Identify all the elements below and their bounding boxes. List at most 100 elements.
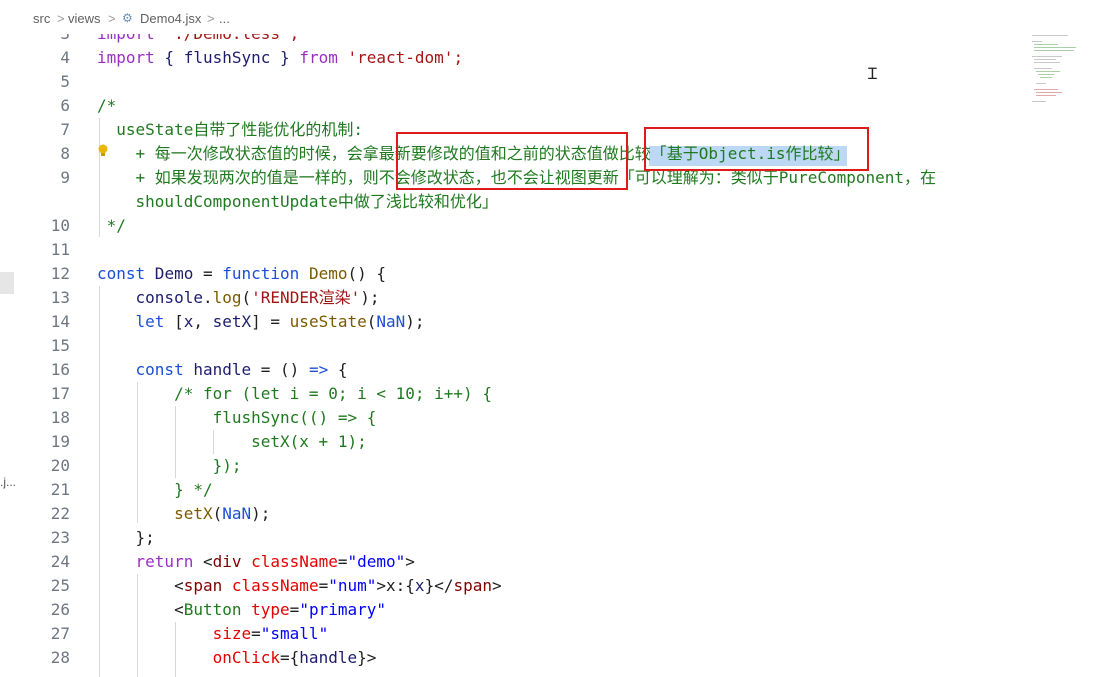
code-token: = <box>318 576 329 595</box>
code-text: useState自带了性能优化的机制: <box>97 118 363 142</box>
code-line[interactable]: shouldComponentUpdate中做了浅比较和优化」 <box>0 190 1020 214</box>
line-number: 27 <box>50 624 70 643</box>
code-token: < <box>193 552 213 571</box>
code-token: () { <box>347 264 387 283</box>
code-line[interactable]: 10 */ <box>0 214 1020 238</box>
code-line[interactable]: 17 /* for (let i = 0; i < 10; i++) { <box>0 382 1020 406</box>
code-token: type <box>251 600 290 619</box>
code-token: < <box>97 576 184 595</box>
code-text: /* <box>97 94 116 118</box>
code-token: shouldComponentUpdate中做了浅比较和优化」 <box>97 192 498 211</box>
code-token: > <box>492 576 502 595</box>
code-token: = <box>251 624 261 643</box>
code-token: [ <box>164 312 184 331</box>
breadcrumb-separator: > <box>207 11 215 26</box>
code-token: setX(x + 1); <box>97 432 367 451</box>
code-text: let [x, setX] = useState(NaN); <box>97 310 425 334</box>
code-token: ); <box>360 288 380 307</box>
minimap[interactable] <box>1028 30 1076 105</box>
code-text: }); <box>97 454 242 478</box>
code-token: "small" <box>260 624 329 643</box>
code-token: } <box>270 48 300 67</box>
code-line[interactable]: 27 size="small" <box>0 622 1020 646</box>
line-number: 7 <box>60 120 70 139</box>
code-token: NaN <box>222 504 252 523</box>
code-text: <span className="num">x:{x}</span> <box>97 574 502 598</box>
code-token: Button <box>183 600 242 619</box>
code-token: x <box>414 576 425 595</box>
breadcrumb-file[interactable]: Demo4.jsx <box>140 11 201 26</box>
line-number: 21 <box>50 480 70 499</box>
code-line[interactable]: 14 let [x, setX] = useState(NaN); <box>0 310 1020 334</box>
code-line[interactable]: 19 setX(x + 1); <box>0 430 1020 454</box>
line-number: 13 <box>50 288 70 307</box>
code-editor[interactable]: 3import './Demo.less';4import { flushSyn… <box>0 0 1106 677</box>
breadcrumb-symbol[interactable]: ... <box>219 11 230 26</box>
code-line[interactable]: 4 import { flushSync } from 'react-dom'; <box>0 46 1020 70</box>
code-text: const handle = () => { <box>97 358 348 382</box>
annotation-box <box>644 127 869 171</box>
code-line[interactable]: 22 setX(NaN); <box>0 502 1020 526</box>
code-line[interactable]: 6 /* <box>0 94 1020 118</box>
code-token: }</ <box>424 576 454 595</box>
code-text: setX(x + 1); <box>97 430 367 454</box>
code-token: span <box>183 576 223 595</box>
code-text: }; <box>97 526 155 550</box>
code-line[interactable]: 12 const Demo = function Demo() { <box>0 262 1020 286</box>
code-line[interactable]: 28 onClick={handle}> <box>0 646 1020 670</box>
line-number: 26 <box>50 600 70 619</box>
code-token: x <box>183 312 194 331</box>
annotation-box <box>396 132 628 190</box>
code-token: . <box>202 288 213 307</box>
code-token: ( <box>212 504 223 523</box>
code-token: = <box>289 600 300 619</box>
line-number: 11 <box>50 240 70 259</box>
code-line[interactable]: 20 }); <box>0 454 1020 478</box>
sidebar-file-label[interactable]: .j... <box>0 475 16 489</box>
code-token: ] = <box>251 312 290 331</box>
code-text: shouldComponentUpdate中做了浅比较和优化」 <box>97 190 498 214</box>
line-number: 14 <box>50 312 70 331</box>
line-number: 22 <box>50 504 70 523</box>
code-text: setX(NaN); <box>97 502 270 526</box>
code-token: function <box>222 264 300 283</box>
code-line[interactable]: 13 console.log('RENDER渲染'); <box>0 286 1020 310</box>
code-text: import { flushSync } from 'react-dom'; <box>97 46 463 70</box>
code-line[interactable]: 18 flushSync(() => { <box>0 406 1020 430</box>
code-line[interactable]: 25 <span className="num">x:{x}</span> <box>0 574 1020 598</box>
code-text: /* for (let i = 0; i < 10; i++) { <box>97 382 492 406</box>
code-line[interactable]: 21 } */ <box>0 478 1020 502</box>
code-token: => <box>308 360 329 379</box>
code-line[interactable]: 26 <Button type="primary" <box>0 598 1020 622</box>
line-number: 4 <box>60 48 70 67</box>
code-token: handle <box>183 360 252 379</box>
code-token: < <box>97 600 184 619</box>
breadcrumb-separator: > <box>57 11 65 26</box>
line-number: 28 <box>50 648 70 667</box>
code-line[interactable]: 23 }; <box>0 526 1020 550</box>
line-number: 20 <box>50 456 70 475</box>
breadcrumb-src[interactable]: src <box>33 11 50 26</box>
code-token: flushSync <box>183 48 271 67</box>
code-text: onClick={handle}> <box>97 646 377 670</box>
code-token: flushSync(() => { <box>97 408 377 427</box>
code-token: ( <box>241 288 252 307</box>
code-token: ); <box>251 504 271 523</box>
breadcrumb: src > views > ⚙ Demo4.jsx > ... <box>0 0 1106 34</box>
code-line[interactable]: 11 <box>0 238 1020 262</box>
lightbulb-icon[interactable] <box>97 144 109 158</box>
code-token: } */ <box>97 480 213 499</box>
code-line[interactable]: 24 return <div className="demo"> <box>0 550 1020 574</box>
code-token: }); <box>97 456 242 475</box>
code-text: console.log('RENDER渲染'); <box>97 286 380 310</box>
code-token: const <box>97 360 184 379</box>
code-line[interactable]: 5 <box>0 70 1020 94</box>
react-file-icon: ⚙ <box>122 11 133 25</box>
code-token: import <box>97 48 155 67</box>
code-token: ); <box>405 312 425 331</box>
code-line[interactable]: 15 <box>0 334 1020 358</box>
code-token: useState <box>289 312 367 331</box>
breadcrumb-views[interactable]: views <box>68 11 101 26</box>
code-line[interactable]: 16 const handle = () => { <box>0 358 1020 382</box>
